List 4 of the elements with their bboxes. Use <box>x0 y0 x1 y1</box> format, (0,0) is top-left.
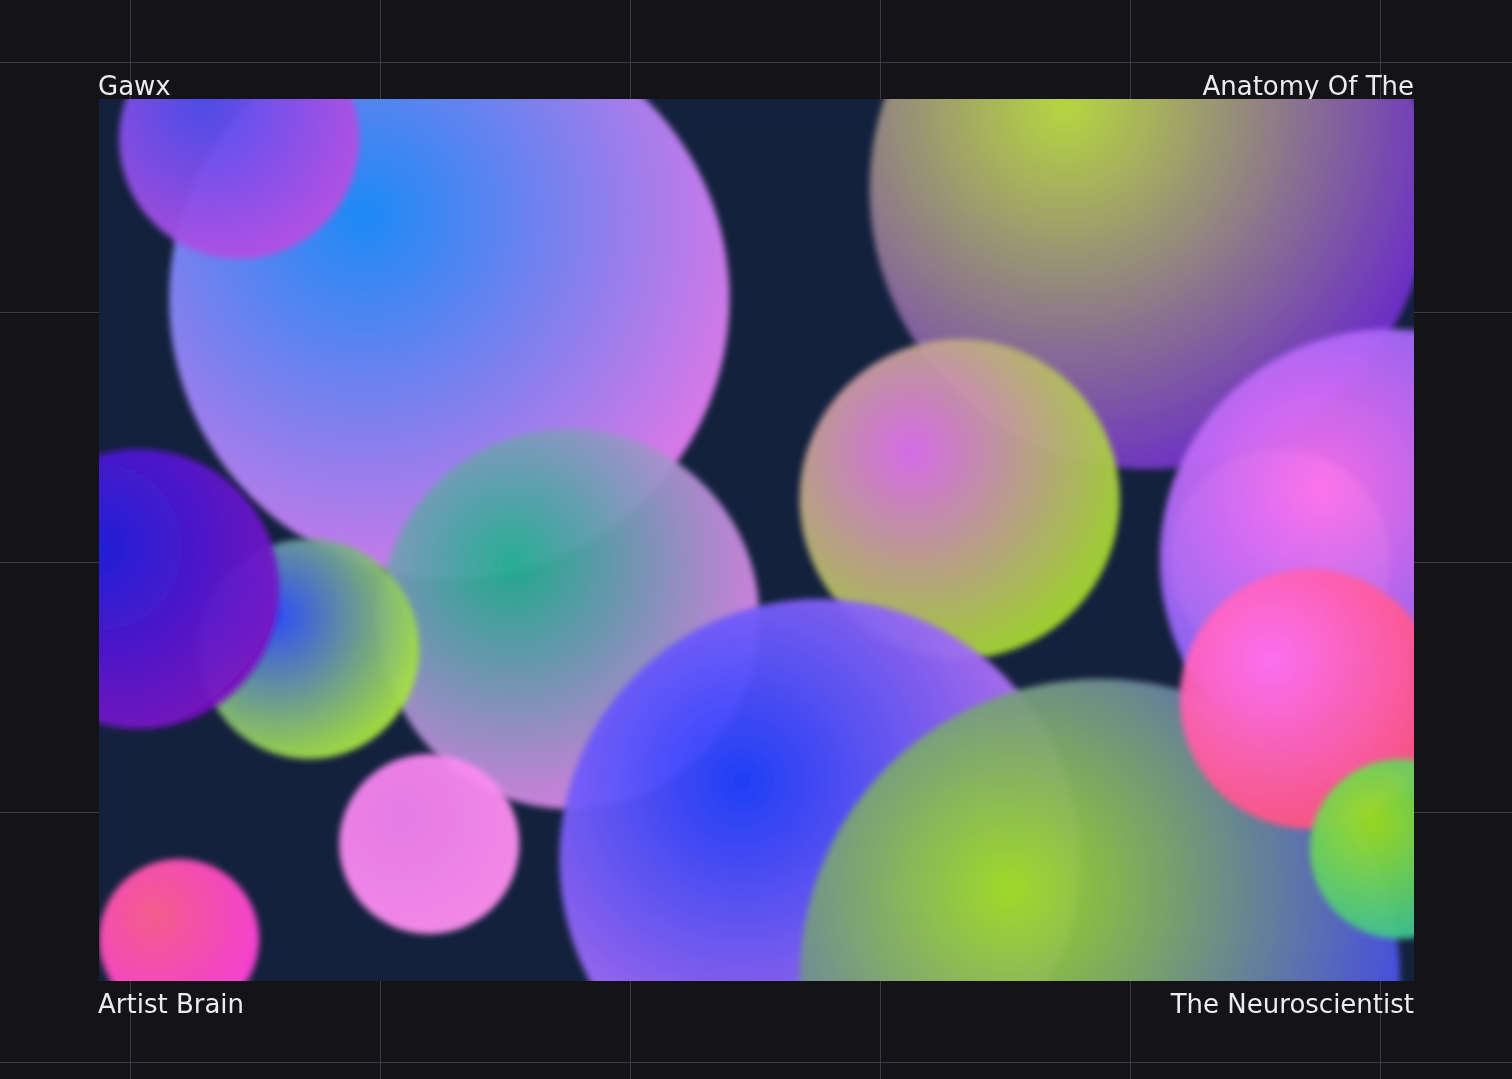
caption-text: Gawx <box>98 73 171 99</box>
caption-text: Artist Brain <box>98 991 245 1017</box>
caption-text: The Neuroscientist <box>1170 991 1414 1017</box>
caption-text: Anatomy Of The <box>1202 73 1414 99</box>
